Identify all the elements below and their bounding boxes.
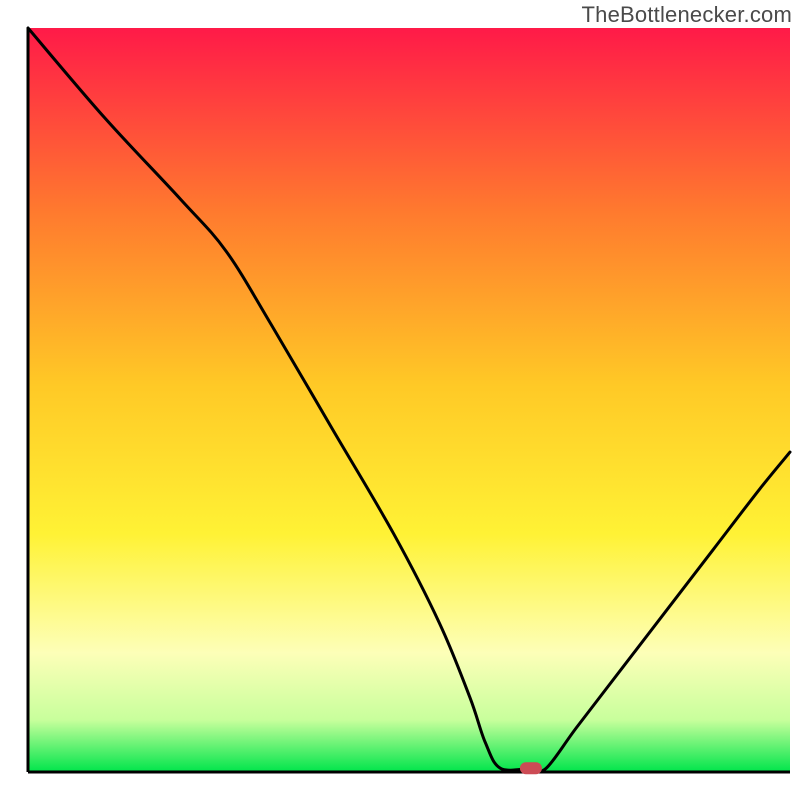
watermark-text: TheBottlenecker.com (582, 2, 792, 28)
plot-area (28, 28, 790, 774)
gradient-background (28, 28, 790, 772)
optimal-point-marker (520, 762, 542, 774)
bottleneck-chart: TheBottlenecker.com (0, 0, 800, 800)
chart-svg (0, 0, 800, 800)
